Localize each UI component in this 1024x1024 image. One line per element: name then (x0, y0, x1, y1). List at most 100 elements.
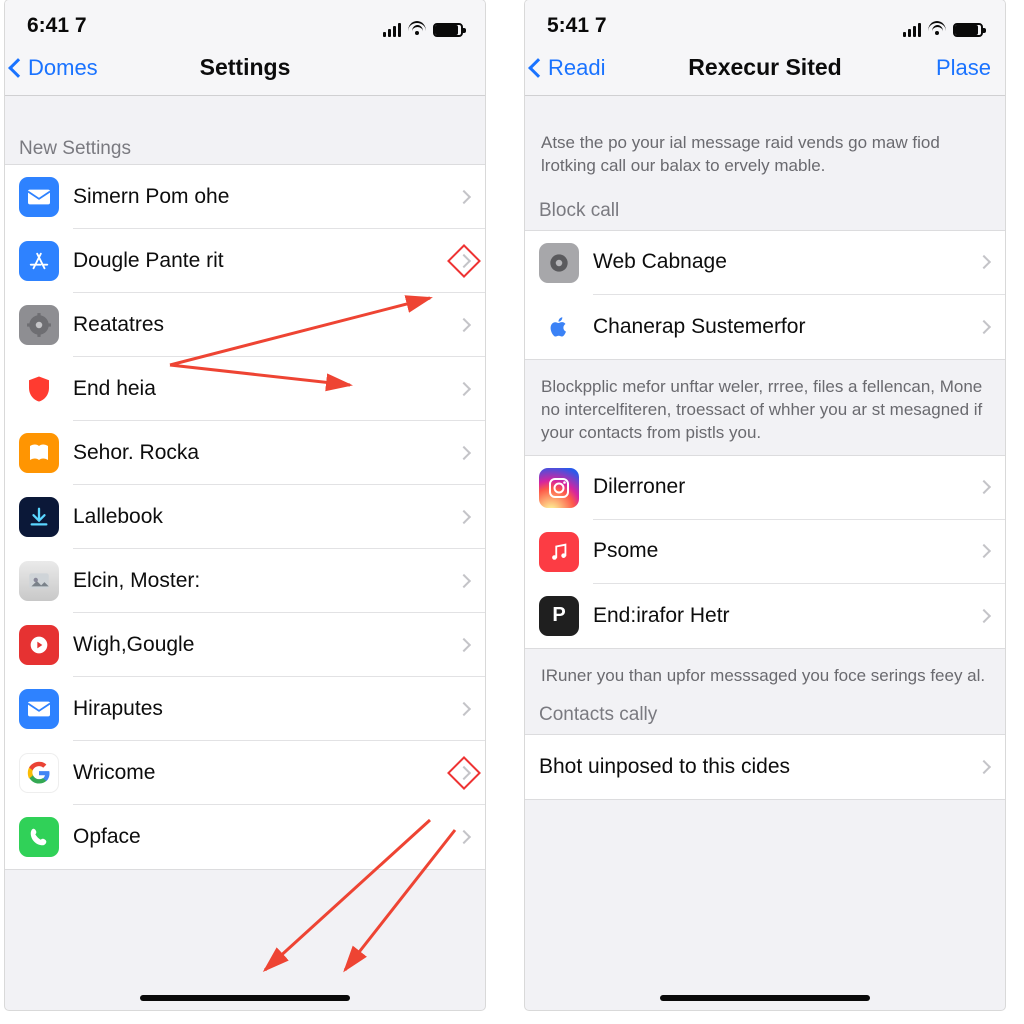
list-item[interactable]: Wricome (5, 741, 485, 805)
chevron-right-icon (457, 189, 471, 203)
nav-bar: Domes Settings (5, 40, 485, 96)
chevron-right-icon (457, 253, 471, 267)
row-label: Elcin, Moster: (73, 569, 451, 593)
cell-signal-icon (383, 23, 401, 37)
settings-gear-icon (539, 243, 579, 283)
chevron-right-icon (457, 509, 471, 523)
row-label: End:irafor Hetr (593, 604, 971, 628)
home-indicator (660, 995, 870, 1001)
gear-icon (19, 305, 59, 345)
status-indicators (383, 22, 463, 38)
appstore-icon (19, 241, 59, 281)
play-icon (19, 625, 59, 665)
mail-icon (19, 177, 59, 217)
list-item[interactable]: P End:irafor Hetr (525, 584, 1005, 648)
chevron-right-icon (457, 381, 471, 395)
list-item[interactable]: Reatatres (5, 293, 485, 357)
google-g-icon (19, 753, 59, 793)
p-letter-icon: P (539, 596, 579, 636)
settings-list: Simern Pom ohe Dougle Pante rit Reatatre… (5, 164, 485, 870)
row-label: End heia (73, 377, 451, 401)
download-icon (19, 497, 59, 537)
chevron-right-icon (457, 765, 471, 779)
list-item[interactable]: End heia (5, 357, 485, 421)
back-button[interactable]: Readi (525, 55, 605, 81)
row-label: Bhot uinposed to this cides (539, 755, 971, 779)
list-item[interactable]: Elcin, Moster: (5, 549, 485, 613)
mail-icon (19, 689, 59, 729)
row-label: Dougle Pante rit (73, 249, 451, 273)
chevron-right-icon (457, 830, 471, 844)
chevron-left-icon (528, 58, 548, 78)
photo-icon (19, 561, 59, 601)
intro-caption: Atse the po your ial message raid vends … (525, 96, 1005, 188)
chevron-right-icon (977, 255, 991, 269)
chevron-right-icon (457, 637, 471, 651)
row-label: Web Cabnage (593, 250, 971, 274)
list-item[interactable]: Dilerroner (525, 456, 1005, 520)
shield-red-icon (19, 369, 59, 409)
contacts-list: Bhot uinposed to this cides (525, 734, 1005, 800)
battery-icon (433, 23, 463, 37)
chevron-right-icon (457, 317, 471, 331)
apple-icon (539, 307, 579, 347)
list-item[interactable]: Simern Pom ohe (5, 165, 485, 229)
status-bar: 6:41 7 (5, 0, 485, 40)
row-label: Wigh,Gougle (73, 633, 451, 657)
apps-list: Dilerroner Psome P End:irafor Hetr (525, 455, 1005, 649)
row-label: Simern Pom ohe (73, 185, 451, 209)
post-caption: IRuner you than upfor messsaged you foce… (525, 649, 1005, 698)
row-label: Reatatres (73, 313, 451, 337)
home-indicator (140, 995, 350, 1001)
wifi-icon (927, 22, 947, 38)
list-item[interactable]: Hiraputes (5, 677, 485, 741)
chevron-right-icon (977, 320, 991, 334)
list-item[interactable]: Psome (525, 520, 1005, 584)
cell-signal-icon (903, 23, 921, 37)
chevron-right-icon (457, 573, 471, 587)
list-item[interactable]: Bhot uinposed to this cides (525, 735, 1005, 799)
chevron-right-icon (977, 480, 991, 494)
right-screenshot: 5:41 7 Readi Rexecur Sited Plase Atse th… (525, 0, 1005, 1010)
section-header: Block call (525, 188, 1005, 230)
row-label: Chanerap Sustemerfor (593, 315, 971, 339)
back-label: Domes (28, 55, 98, 81)
list-item[interactable]: Sehor. Rocka (5, 421, 485, 485)
book-icon (19, 433, 59, 473)
chevron-right-icon (457, 445, 471, 459)
section-header: Contacts cally (525, 698, 1005, 734)
chevron-right-icon (977, 609, 991, 623)
nav-action-button[interactable]: Plase (936, 55, 991, 81)
status-bar: 5:41 7 (525, 0, 1005, 40)
battery-icon (953, 23, 983, 37)
instagram-icon (539, 468, 579, 508)
list-item[interactable]: Lallebook (5, 485, 485, 549)
row-label: Dilerroner (593, 475, 971, 499)
left-screenshot: 6:41 7 Domes Settings New Settings Simer… (5, 0, 485, 1010)
status-indicators (903, 22, 983, 38)
row-label: Opface (73, 825, 451, 849)
back-button[interactable]: Domes (5, 55, 98, 81)
section-header: New Settings (5, 96, 485, 164)
block-call-list: Web Cabnage Chanerap Sustemerfor (525, 230, 1005, 360)
list-item[interactable]: Opface (5, 805, 485, 869)
mid-caption: Blockpplic mefor unftar weler, rrree, fi… (525, 360, 1005, 455)
chevron-left-icon (8, 58, 28, 78)
list-item[interactable]: Web Cabnage (525, 231, 1005, 295)
chevron-right-icon (457, 701, 471, 715)
wifi-icon (407, 22, 427, 38)
status-time: 5:41 7 (547, 14, 607, 38)
list-item[interactable]: Chanerap Sustemerfor (525, 295, 1005, 359)
row-label: Lallebook (73, 505, 451, 529)
list-item[interactable]: Dougle Pante rit (5, 229, 485, 293)
phone-icon (19, 817, 59, 857)
row-label: Wricome (73, 761, 451, 785)
status-time: 6:41 7 (27, 14, 87, 38)
row-label: Sehor. Rocka (73, 441, 451, 465)
row-label: Psome (593, 539, 971, 563)
row-label: Hiraputes (73, 697, 451, 721)
music-icon (539, 532, 579, 572)
back-label: Readi (548, 55, 605, 81)
list-item[interactable]: Wigh,Gougle (5, 613, 485, 677)
nav-bar: Readi Rexecur Sited Plase (525, 40, 1005, 96)
